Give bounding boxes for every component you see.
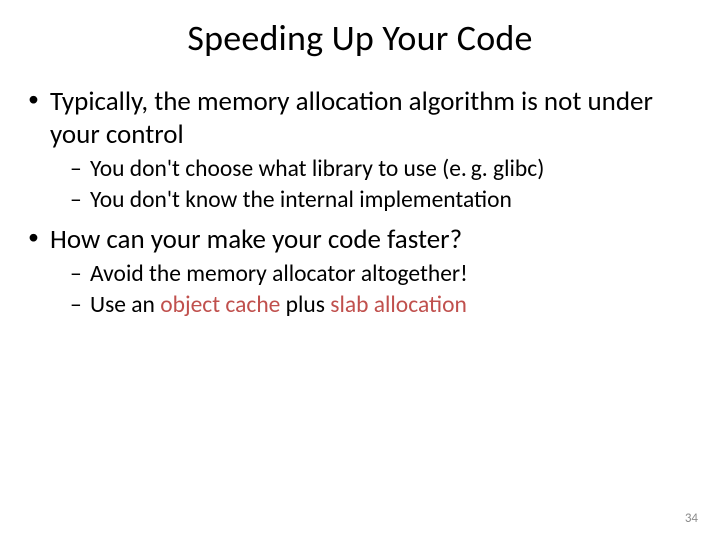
bullet-2: How can your make your code faster? Avoi… bbox=[26, 224, 700, 321]
bullet-1-text: Typically, the memory allocation algorit… bbox=[50, 85, 653, 151]
slide-title: Speeding Up Your Code bbox=[20, 16, 700, 60]
object-cache-term: object cache bbox=[160, 291, 280, 319]
bullet-1b: You don't know the internal implementati… bbox=[70, 185, 700, 216]
bullet-2-sublist: Avoid the memory allocator altogether! U… bbox=[50, 259, 700, 321]
page-number: 34 bbox=[685, 511, 698, 526]
bullet-list-level1: Typically, the memory allocation algorit… bbox=[20, 86, 700, 321]
bullet-1-sublist: You don't choose what library to use (e.… bbox=[50, 154, 700, 216]
bullet-2b-pre: Use an bbox=[90, 291, 160, 319]
bullet-2b: Use an object cache plus slab allocation bbox=[70, 290, 700, 321]
bullet-1a: You don't choose what library to use (e.… bbox=[70, 154, 700, 185]
bullet-2b-mid: plus bbox=[280, 291, 330, 319]
slab-allocation-term: slab allocation bbox=[330, 291, 467, 319]
bullet-2-text: How can your make your code faster? bbox=[50, 223, 462, 256]
bullet-2a: Avoid the memory allocator altogether! bbox=[70, 259, 700, 290]
bullet-1: Typically, the memory allocation algorit… bbox=[26, 86, 700, 216]
